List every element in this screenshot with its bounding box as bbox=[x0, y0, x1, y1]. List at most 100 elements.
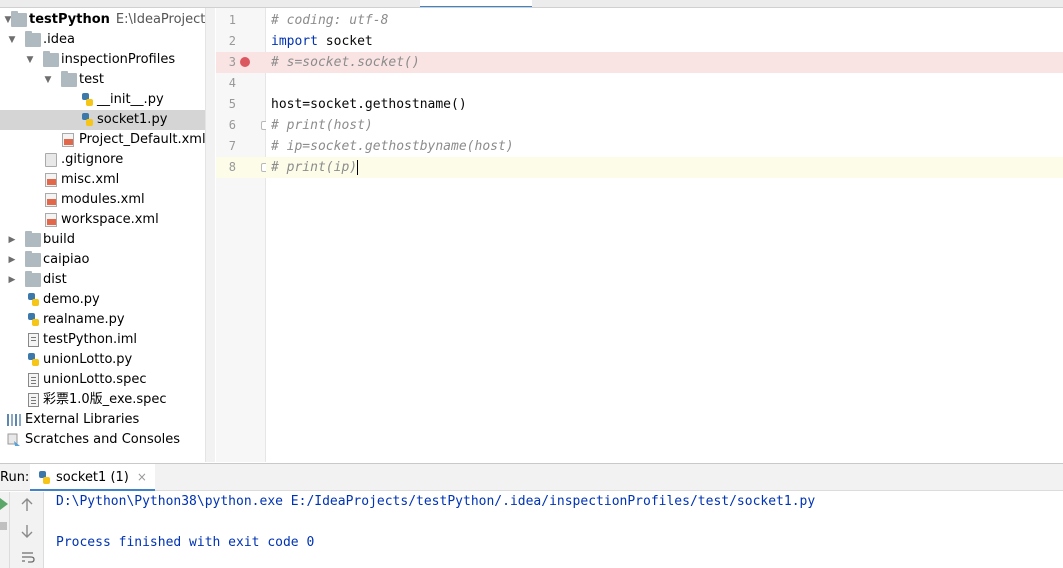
tree-item-label: External Libraries bbox=[25, 412, 140, 427]
tree-scrollbar[interactable] bbox=[205, 8, 215, 462]
folder-icon bbox=[25, 231, 41, 247]
stop-icon[interactable] bbox=[0, 522, 7, 530]
tab-unionlotto-py[interactable] bbox=[648, 0, 782, 7]
scratches-icon bbox=[7, 433, 21, 447]
xml-file-icon bbox=[45, 193, 57, 207]
tree-item-dist[interactable]: ▶ dist bbox=[0, 270, 205, 290]
code-line[interactable]: import socket bbox=[266, 31, 1063, 52]
gutter-line[interactable]: 3 bbox=[216, 52, 266, 73]
rerun-icon[interactable] bbox=[0, 498, 8, 510]
tree-item-unionlotto-spec[interactable]: unionLotto.spec bbox=[0, 370, 205, 390]
tab-demo-py[interactable] bbox=[322, 0, 418, 7]
tree-item-init-py[interactable]: __init__.py bbox=[0, 90, 205, 110]
chevron-right-icon[interactable]: ▶ bbox=[7, 230, 17, 250]
tree-item-misc-xml[interactable]: misc.xml bbox=[0, 170, 205, 190]
tab-socket1-py[interactable] bbox=[420, 0, 532, 7]
tree-item-label: .idea bbox=[43, 32, 75, 47]
gutter-line[interactable]: 5 bbox=[216, 94, 266, 115]
scroll-up-icon[interactable] bbox=[21, 498, 33, 512]
tab-main-py[interactable] bbox=[534, 0, 646, 7]
gutter-line[interactable]: 8 bbox=[216, 157, 270, 178]
root-name: testPython bbox=[29, 12, 110, 27]
code-keyword: import bbox=[271, 34, 318, 49]
root-path: E:\IdeaProjects\testP bbox=[115, 12, 205, 27]
top-strip bbox=[0, 0, 1063, 8]
project-folder-icon bbox=[11, 11, 27, 27]
tree-item-label: realname.py bbox=[43, 312, 125, 327]
line-number: 6 bbox=[228, 118, 236, 132]
run-toolbar-left bbox=[0, 492, 10, 568]
tree-item-project-default-xml[interactable]: Project_Default.xml bbox=[0, 130, 205, 150]
code-editor[interactable]: # coding: utf-8 import socket # s=socket… bbox=[266, 8, 1063, 462]
xml-file-icon bbox=[62, 133, 74, 147]
gutter-line[interactable]: 4 bbox=[216, 73, 266, 94]
tree-item-caipiao[interactable]: ▶ caipiao bbox=[0, 250, 205, 270]
tree-item-testpython-iml[interactable]: testPython.iml bbox=[0, 330, 205, 350]
tree-item-build[interactable]: ▶ build bbox=[0, 230, 205, 250]
tree-item-external-libraries[interactable]: External Libraries bbox=[0, 410, 205, 430]
tree-item-label: unionLotto.py bbox=[43, 352, 133, 367]
tree-item-inspectionprofiles[interactable]: ▼ inspectionProfiles bbox=[0, 50, 205, 70]
close-icon[interactable]: × bbox=[137, 470, 147, 484]
folder-icon bbox=[25, 251, 41, 267]
tree-item-socket1-py[interactable]: socket1.py bbox=[0, 110, 205, 130]
code-line[interactable]: # coding: utf-8 bbox=[266, 10, 1063, 31]
tree-item-realname-py[interactable]: realname.py bbox=[0, 310, 205, 330]
chevron-down-icon[interactable]: ▼ bbox=[25, 50, 35, 70]
chevron-right-icon[interactable]: ▶ bbox=[7, 270, 17, 290]
line-number: 4 bbox=[228, 76, 236, 90]
run-panel-header: Run: socket1 (1) × bbox=[0, 463, 1063, 491]
chevron-down-icon[interactable]: ▼ bbox=[7, 30, 17, 50]
tree-item-scratches[interactable]: Scratches and Consoles bbox=[0, 430, 205, 450]
code-text: socket bbox=[317, 34, 373, 49]
soft-wrap-icon[interactable] bbox=[21, 550, 35, 564]
code-line[interactable] bbox=[266, 73, 1063, 94]
tab-init-py[interactable] bbox=[222, 0, 320, 7]
run-label: Run: bbox=[0, 470, 30, 485]
editor-gutter[interactable]: 1 2 3 4 5 6 7 8 bbox=[216, 8, 270, 462]
gutter-line[interactable]: 6 bbox=[216, 115, 270, 136]
tree-item-label: modules.xml bbox=[61, 192, 145, 207]
tree-item-label: __init__.py bbox=[97, 92, 164, 107]
tree-item-label: Project_Default.xml bbox=[79, 132, 205, 147]
tree-item-label: 彩票1.0版_exe.spec bbox=[43, 392, 167, 407]
scroll-down-icon[interactable] bbox=[21, 524, 33, 538]
tree-item-caipiao-exe-spec[interactable]: 彩票1.0版_exe.spec bbox=[0, 390, 205, 410]
tree-item-unionlotto-py[interactable]: unionLotto.py bbox=[0, 350, 205, 370]
console-line: D:\Python\Python38\python.exe E:/IdeaPro… bbox=[56, 494, 816, 509]
tree-item-label: .gitignore bbox=[61, 152, 124, 167]
iml-file-icon bbox=[28, 333, 39, 347]
code-line-breakpoint[interactable]: # s=socket.socket() bbox=[266, 52, 1063, 73]
xml-file-icon bbox=[45, 173, 57, 187]
code-comment: # coding: utf-8 bbox=[271, 13, 389, 28]
tree-item-modules-xml[interactable]: modules.xml bbox=[0, 190, 205, 210]
tab-realname-py[interactable] bbox=[784, 0, 900, 7]
chevron-right-icon[interactable]: ▶ bbox=[7, 250, 17, 270]
code-line[interactable]: # print(host) bbox=[266, 115, 1063, 136]
tree-item-gitignore[interactable]: .gitignore bbox=[0, 150, 205, 170]
tab-modules-xml[interactable] bbox=[902, 0, 1008, 7]
breakpoint-icon[interactable] bbox=[240, 57, 250, 67]
folder-icon bbox=[25, 31, 41, 47]
run-console[interactable]: D:\Python\Python38\python.exe E:/IdeaPro… bbox=[45, 492, 1063, 568]
tree-item-workspace-xml[interactable]: workspace.xml bbox=[0, 210, 205, 230]
code-line[interactable]: # ip=socket.gethostbyname(host) bbox=[266, 136, 1063, 157]
gutter-line[interactable]: 1 bbox=[216, 10, 266, 31]
run-tab-socket1[interactable]: socket1 (1) × bbox=[30, 464, 155, 491]
gutter-line[interactable]: 2 bbox=[216, 31, 266, 52]
line-number: 5 bbox=[228, 97, 236, 111]
python-file-icon bbox=[27, 293, 39, 307]
code-line[interactable]: host=socket.gethostname() bbox=[266, 94, 1063, 115]
gutter-line[interactable]: 7 bbox=[216, 136, 266, 157]
tree-item-label: testPython.iml bbox=[43, 332, 138, 347]
tree-item-test[interactable]: ▼ test bbox=[0, 70, 205, 90]
run-tab-label: socket1 (1) bbox=[56, 470, 129, 485]
tree-item-label: workspace.xml bbox=[61, 212, 159, 227]
tree-item-idea[interactable]: ▼ .idea bbox=[0, 30, 205, 50]
code-line-current[interactable]: # print(ip) bbox=[266, 157, 1063, 178]
tree-root[interactable]: ▼ testPythonE:\IdeaProjects\testP bbox=[0, 10, 205, 30]
code-comment: # print(ip) bbox=[271, 160, 358, 175]
tree-item-demo-py[interactable]: demo.py bbox=[0, 290, 205, 310]
project-panel-header[interactable] bbox=[0, 0, 60, 7]
chevron-down-icon[interactable]: ▼ bbox=[43, 70, 53, 90]
